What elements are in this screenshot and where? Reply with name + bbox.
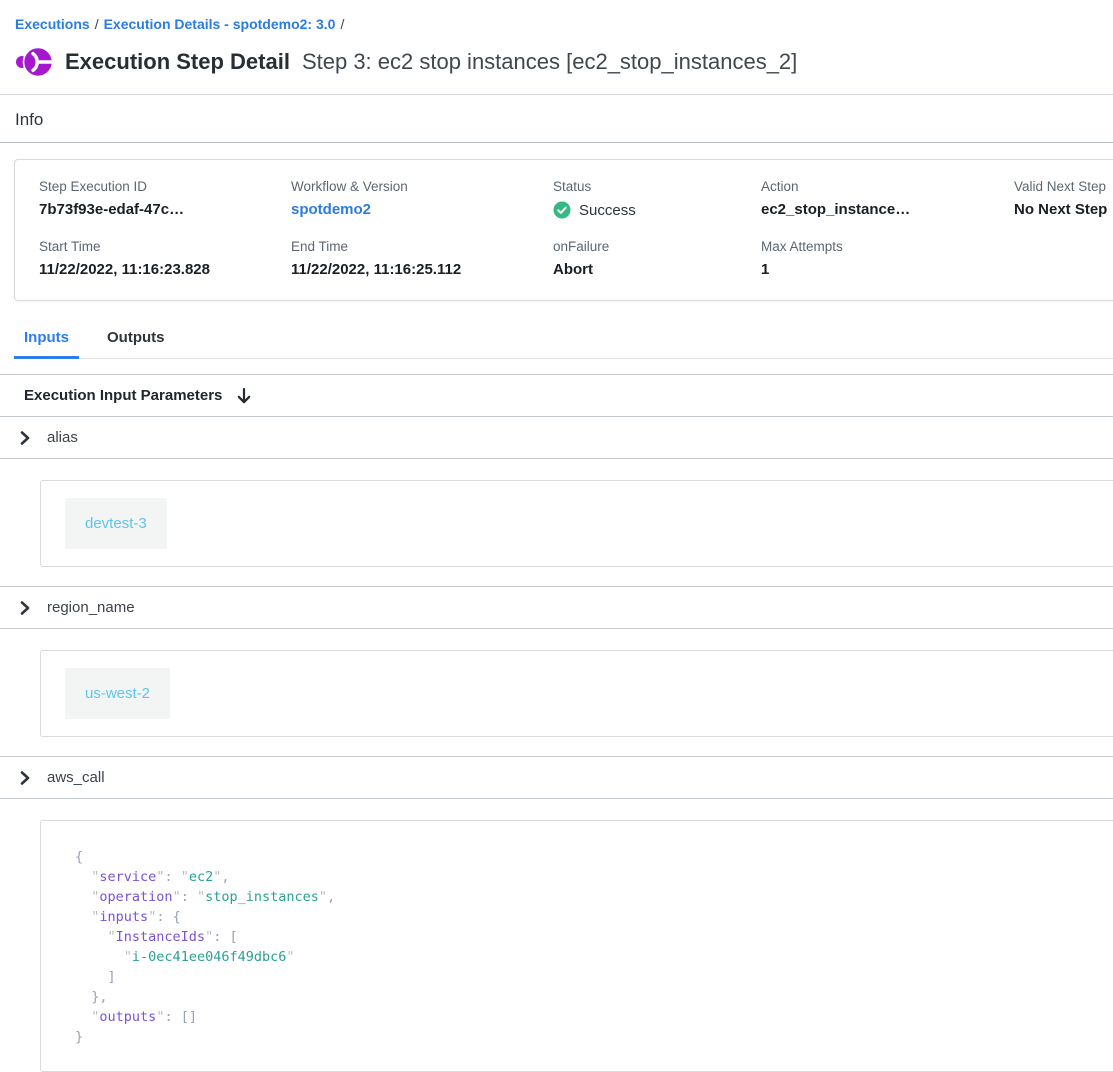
breadcrumb-link-execution-details[interactable]: Execution Details - spotdemo2: 3.0 — [104, 16, 336, 32]
field-value: 11/22/2022, 11:16:23.828 — [39, 261, 291, 278]
field-label: Workflow & Version — [291, 179, 553, 194]
field-value: ec2_stop_instance… — [761, 201, 1014, 218]
code-line: }, — [75, 987, 1096, 1007]
param-value-section-region-name: us-west-2 — [0, 629, 1113, 757]
code-line: { — [75, 847, 1096, 867]
param-row-aws-call[interactable]: aws_call — [0, 757, 1113, 799]
chevron-right-icon — [20, 771, 30, 785]
field-valid-next-step: Valid Next Step No Next Step — [1014, 179, 1113, 219]
breadcrumb-link-executions[interactable]: Executions — [15, 16, 90, 32]
field-label: Step Execution ID — [39, 179, 291, 194]
code-line: "outputs": [] — [75, 1007, 1096, 1027]
code-line: "service": "ec2", — [75, 867, 1096, 887]
param-value-chip: devtest-3 — [65, 498, 167, 549]
param-value-panel: us-west-2 — [40, 650, 1113, 737]
page-header: Execution Step Detail Step 3: ec2 stop i… — [0, 32, 1113, 79]
json-code-content: { "service": "ec2", "operation": "stop_i… — [75, 847, 1096, 1047]
code-line: } — [75, 1027, 1096, 1047]
breadcrumb-separator: / — [335, 16, 349, 32]
param-name: alias — [47, 429, 78, 446]
tab-bar: Inputs Outputs — [14, 323, 1113, 359]
field-label: Action — [761, 179, 1014, 194]
status-text: Success — [579, 202, 636, 219]
code-line: "InstanceIds": [ — [75, 927, 1096, 947]
param-name: region_name — [47, 599, 135, 616]
code-line: ] — [75, 967, 1096, 987]
workflow-link[interactable]: spotdemo2 — [291, 201, 553, 218]
empty-cell — [1014, 239, 1113, 278]
param-name: aws_call — [47, 769, 105, 786]
divider — [0, 142, 1113, 143]
field-workflow-version: Workflow & Version spotdemo2 — [291, 179, 553, 219]
success-check-icon — [553, 201, 571, 219]
field-label: onFailure — [553, 239, 761, 254]
code-line: "operation": "stop_instances", — [75, 887, 1096, 907]
status-badge: Success — [553, 201, 761, 219]
chevron-right-icon — [20, 431, 30, 445]
field-step-execution-id: Step Execution ID 7b73f93e-edaf-47c… — [39, 179, 291, 219]
field-value: 7b73f93e-edaf-47c… — [39, 201, 291, 218]
field-label: Valid Next Step — [1014, 179, 1113, 194]
field-start-time: Start Time 11/22/2022, 11:16:23.828 — [39, 239, 291, 278]
field-value: No Next Step — [1014, 201, 1113, 218]
field-value: 11/22/2022, 11:16:25.112 — [291, 261, 553, 278]
field-action: Action ec2_stop_instance… — [761, 179, 1014, 219]
code-line: "inputs": { — [75, 907, 1096, 927]
field-status: Status Success — [553, 179, 761, 219]
info-card: Step Execution ID 7b73f93e-edaf-47c… Wor… — [14, 159, 1113, 301]
breadcrumb-separator: / — [90, 16, 104, 32]
param-value-section-aws-call: { "service": "ec2", "operation": "stop_i… — [0, 799, 1113, 1072]
page-subtitle: Step 3: ec2 stop instances [ec2_stop_ins… — [302, 49, 797, 75]
field-label: Status — [553, 179, 761, 194]
execution-input-parameters-header: Execution Input Parameters — [0, 375, 1113, 417]
field-onfailure: onFailure Abort — [553, 239, 761, 278]
code-line: "i-0ec41ee046f49dbc6" — [75, 947, 1096, 967]
param-value-panel: devtest-3 — [40, 480, 1113, 567]
tab-inputs[interactable]: Inputs — [14, 323, 79, 359]
workflow-logo-icon — [15, 45, 53, 79]
field-value: 1 — [761, 261, 1014, 278]
param-value-section-alias: devtest-3 — [0, 459, 1113, 587]
code-block: { "service": "ec2", "operation": "stop_i… — [40, 820, 1113, 1072]
field-max-attempts: Max Attempts 1 — [761, 239, 1014, 278]
page-title: Execution Step Detail — [65, 49, 290, 75]
param-value-chip: us-west-2 — [65, 668, 170, 719]
field-value: Abort — [553, 261, 761, 278]
tab-outputs[interactable]: Outputs — [97, 323, 175, 359]
field-label: Max Attempts — [761, 239, 1014, 254]
execution-input-parameters-label: Execution Input Parameters — [24, 387, 222, 404]
breadcrumb: Executions/Execution Details - spotdemo2… — [0, 0, 1113, 32]
param-row-region-name[interactable]: region_name — [0, 587, 1113, 629]
field-label: Start Time — [39, 239, 291, 254]
field-end-time: End Time 11/22/2022, 11:16:25.112 — [291, 239, 553, 278]
chevron-right-icon — [20, 601, 30, 615]
arrow-down-icon[interactable] — [236, 387, 252, 405]
param-row-alias[interactable]: alias — [0, 417, 1113, 459]
info-section-heading: Info — [0, 95, 1113, 142]
field-label: End Time — [291, 239, 553, 254]
